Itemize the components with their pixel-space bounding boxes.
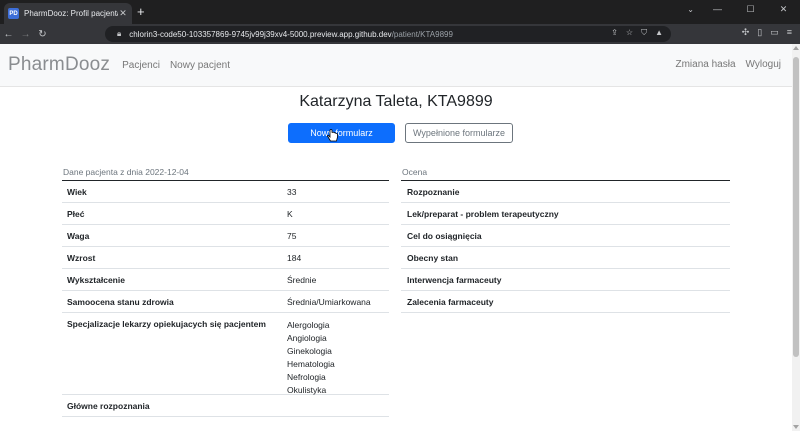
nav-link-patients[interactable]: Pacjenci: [122, 60, 160, 71]
scroll-up-icon[interactable]: [793, 46, 799, 50]
list-item: Ginekologia: [287, 346, 332, 356]
row-value: Średnie: [287, 274, 317, 285]
browser-tab[interactable]: PD PharmDooz: Profil pacjenta ✕: [4, 3, 132, 24]
shield-extension-icon[interactable]: ⛉: [641, 28, 647, 38]
close-window-icon[interactable]: ✕: [767, 0, 800, 24]
filled-forms-button[interactable]: Wypełnione formularze: [405, 123, 513, 143]
scrollbar-thumb[interactable]: [793, 57, 799, 357]
extensions-icon[interactable]: ✣: [742, 27, 750, 38]
page-title: Katarzyna Taleta, KTA9899: [299, 93, 493, 110]
table-row-main-diagnoses: Główne rozpoznania: [62, 395, 389, 417]
share-icon[interactable]: ⇪: [611, 28, 618, 38]
new-tab-icon[interactable]: +: [137, 5, 145, 18]
table-row: Obecny stan: [401, 247, 730, 269]
sidebar-icon[interactable]: ▯: [757, 27, 762, 38]
table-row: Rozpoznanie: [401, 181, 730, 203]
list-item: Okulistyka: [287, 385, 327, 395]
toolbar-extensions: ✣ ▯ ▭ ≡: [742, 27, 792, 38]
row-value: 184: [287, 252, 302, 263]
nav-link-logout[interactable]: Wyloguj: [746, 59, 781, 70]
row-key: Główne rozpoznania: [67, 400, 150, 411]
patient-data-caption: Dane pacjenta z dnia 2022-12-04: [62, 165, 389, 181]
row-value: 33: [287, 186, 297, 197]
table-row: Płeć K: [62, 203, 389, 225]
row-value: Średnia/Umiarkowana: [287, 296, 371, 307]
row-key: Samoocena stanu zdrowia: [67, 296, 174, 307]
table-row: Wzrost 184: [62, 247, 389, 269]
list-item: Alergologia: [287, 320, 330, 330]
address-bar[interactable]: 🔒︎ chlorin3-code50-103357869-9745jv99j39…: [105, 26, 671, 42]
window-controls: — ☐ ✕: [701, 0, 800, 24]
list-item: Angiologia: [287, 333, 327, 343]
tab-title: PharmDooz: Profil pacjenta: [24, 9, 118, 18]
list-item: Nefrologia: [287, 372, 326, 382]
brand-logo[interactable]: PharmDooz: [8, 54, 110, 76]
browser-tab-bar: PD PharmDooz: Profil pacjenta ✕ + ⌄ — ☐ …: [0, 0, 800, 24]
table-row: Samoocena stanu zdrowia Średnia/Umiarkow…: [62, 291, 389, 313]
patient-data-table: Dane pacjenta z dnia 2022-12-04 Wiek 33 …: [62, 165, 389, 417]
row-key: Wzrost: [67, 252, 96, 263]
url-path: /patient/KTA9899: [391, 29, 453, 39]
table-row-specializations: Specjalizacje lekarzy opiekujacych się p…: [62, 313, 389, 395]
row-key: Płeć: [67, 208, 85, 219]
lock-icon[interactable]: 🔒︎: [117, 29, 121, 39]
table-row: Interwencja farmaceuty: [401, 269, 730, 291]
tab-search-icon[interactable]: ⌄: [687, 5, 694, 14]
row-key: Wiek: [67, 186, 87, 197]
new-form-button[interactable]: Nowy formularz: [288, 123, 395, 143]
row-key: Wykształcenie: [67, 274, 125, 285]
table-row: Wiek 33: [62, 181, 389, 203]
table-row: Lek/preparat - problem terapeutyczny: [401, 203, 730, 225]
table-row: Cel do osiągnięcia: [401, 225, 730, 247]
warning-extension-icon[interactable]: ▲: [655, 28, 663, 38]
app-navbar: PharmDooz Pacjenci Nowy pacjent Zmiana h…: [0, 44, 792, 87]
browser-toolbar: ← → ↻ 🔒︎ chlorin3-code50-103357869-9745j…: [0, 24, 800, 44]
assessment-caption: Ocena: [401, 165, 730, 181]
row-key: Waga: [67, 230, 90, 241]
favicon-icon: PD: [8, 8, 19, 19]
nav-link-change-password[interactable]: Zmiana hasła: [675, 59, 735, 70]
reload-icon[interactable]: ↻: [34, 29, 51, 40]
specializations-list: Alergologia Angiologia Ginekologia Hemat…: [287, 319, 389, 397]
list-item: Hematologia: [287, 359, 335, 369]
row-value: 75: [287, 230, 297, 241]
row-value: K: [287, 208, 293, 219]
table-row: Waga 75: [62, 225, 389, 247]
assessment-table: Ocena Rozpoznanie Lek/preparat - problem…: [401, 165, 730, 313]
forward-icon[interactable]: →: [17, 29, 34, 40]
url-host: chlorin3-code50-103357869-9745jv99j39xv4…: [129, 29, 392, 39]
page-scrollbar[interactable]: [792, 44, 800, 431]
table-row: Wykształcenie Średnie: [62, 269, 389, 291]
hand-cursor-icon: [327, 129, 338, 142]
back-icon[interactable]: ←: [0, 29, 17, 40]
table-row: Zalecenia farmaceuty: [401, 291, 730, 313]
maximize-icon[interactable]: ☐: [734, 0, 767, 24]
minimize-icon[interactable]: —: [701, 0, 734, 24]
nav-link-new-patient[interactable]: Nowy pacjent: [170, 60, 230, 71]
wallet-icon[interactable]: ▭: [770, 27, 779, 38]
menu-icon[interactable]: ≡: [787, 27, 792, 38]
close-tab-icon[interactable]: ✕: [118, 8, 128, 19]
bookmark-star-icon[interactable]: ☆: [626, 28, 633, 38]
scroll-down-icon[interactable]: [793, 425, 799, 429]
row-key: Specjalizacje lekarzy opiekujacych się p…: [67, 319, 266, 329]
